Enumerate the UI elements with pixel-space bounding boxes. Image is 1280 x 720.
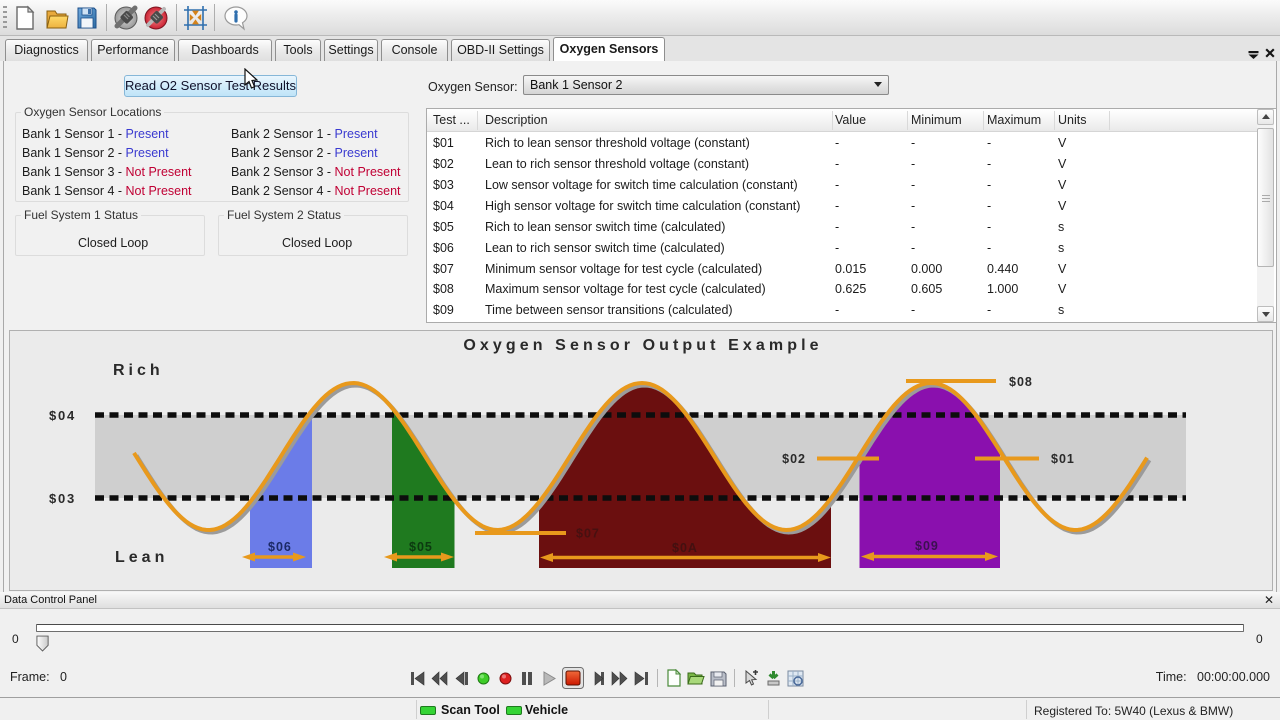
svg-text:$0A: $0A [672, 541, 698, 555]
svg-text:$07: $07 [576, 527, 600, 541]
svg-text:$05: $05 [409, 540, 433, 554]
svg-text:$09: $09 [915, 539, 939, 553]
svg-text:$04: $04 [49, 408, 76, 423]
svg-text:$08: $08 [1009, 375, 1033, 389]
svg-text:$01: $01 [1051, 452, 1075, 466]
svg-text:$02: $02 [782, 452, 806, 466]
svg-text:$03: $03 [49, 491, 76, 506]
svg-text:$06: $06 [268, 540, 292, 554]
svg-text:Rich: Rich [113, 362, 164, 379]
svg-text:Lean: Lean [115, 549, 168, 566]
svg-text:Oxygen Sensor Output Example: Oxygen Sensor Output Example [463, 337, 822, 354]
